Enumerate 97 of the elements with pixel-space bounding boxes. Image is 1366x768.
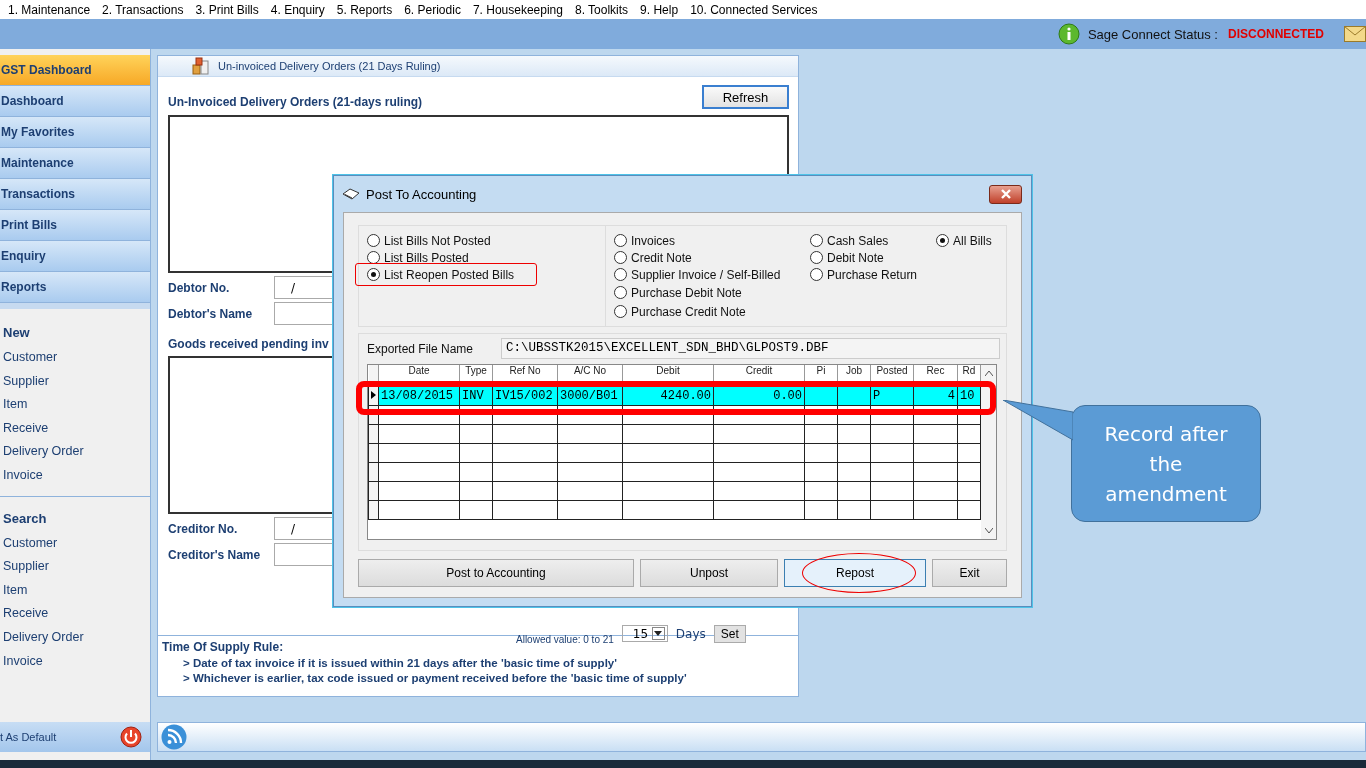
sidebar-link[interactable]: Receive bbox=[3, 420, 150, 445]
boxes-icon bbox=[192, 57, 210, 75]
menu-item[interactable]: 8. Toolkits bbox=[574, 2, 629, 17]
radio-option[interactable]: Cash Sales bbox=[810, 232, 936, 249]
threshold-spinner[interactable]: 15 bbox=[621, 625, 668, 642]
sidebar-link[interactable]: Invoice bbox=[3, 467, 150, 492]
set-default-label[interactable]: t As Default bbox=[0, 731, 57, 743]
rss-icon[interactable] bbox=[161, 724, 187, 750]
sidebar-link[interactable]: Item bbox=[3, 397, 150, 421]
sidebar-item[interactable]: Transactions bbox=[0, 179, 150, 210]
sidebar-link[interactable]: Customer bbox=[3, 535, 150, 560]
sidebar-link[interactable]: Item bbox=[3, 582, 150, 607]
dialog-button[interactable]: Repost bbox=[784, 559, 926, 587]
radio-option[interactable]: List Reopen Posted Bills bbox=[367, 266, 605, 283]
radio-option[interactable]: List Bills Posted bbox=[367, 249, 605, 266]
section-title: Search bbox=[3, 510, 48, 526]
radio-button[interactable] bbox=[810, 268, 823, 281]
radio-button[interactable] bbox=[614, 268, 627, 281]
radio-option[interactable]: Debit Note bbox=[810, 249, 936, 266]
sidebar-item[interactable]: Dashboard bbox=[0, 86, 150, 117]
menu-item[interactable]: 2. Transactions bbox=[102, 2, 184, 17]
radio-option[interactable]: Purchase Credit Note bbox=[614, 302, 810, 321]
section-heading: Goods received pending inv bbox=[168, 337, 329, 351]
radio-option[interactable]: Purchase Debit Note bbox=[614, 283, 810, 302]
column-header: Posted bbox=[870, 365, 914, 387]
menu-item[interactable]: 10. Connected Services bbox=[690, 2, 818, 17]
field-label: Debtor's Name bbox=[168, 306, 254, 321]
sidebar-link[interactable]: Delivery Order bbox=[3, 629, 150, 654]
unit-label: Days bbox=[675, 626, 706, 641]
power-icon[interactable] bbox=[120, 726, 142, 748]
field-label: Creditor No. bbox=[168, 521, 239, 536]
sidebar-link[interactable]: Supplier bbox=[3, 559, 150, 583]
radio-button[interactable] bbox=[936, 234, 949, 247]
section-title: New bbox=[3, 325, 31, 340]
close-icon bbox=[999, 189, 1012, 199]
radio-button[interactable] bbox=[810, 234, 823, 247]
field-label: Creditor's Name bbox=[168, 547, 262, 562]
radio-option[interactable]: Credit Note bbox=[614, 249, 810, 266]
radio-button[interactable] bbox=[810, 251, 823, 264]
rule-text: > Date of tax invoice if it is issued within 21 days after the 'basic time of supply' bbox=[182, 657, 618, 669]
sidebar-item[interactable]: GST Dashboard bbox=[0, 55, 150, 86]
sidebar-link[interactable]: Supplier bbox=[3, 373, 150, 398]
radio-button[interactable] bbox=[614, 234, 627, 247]
info-icon bbox=[1057, 23, 1080, 45]
sidebar-link[interactable]: Customer bbox=[3, 350, 150, 374]
section-heading: Un-Invoiced Delivery Orders (21-days ruling) bbox=[168, 95, 423, 109]
dialog-button[interactable]: Exit bbox=[932, 559, 1007, 587]
radio-button[interactable] bbox=[367, 268, 380, 281]
refresh-button[interactable]: Refresh bbox=[702, 85, 789, 109]
menu-item[interactable]: 6. Periodic bbox=[404, 2, 461, 17]
scroll-down-icon bbox=[984, 528, 993, 533]
field-label: Exported File Name bbox=[367, 341, 474, 356]
radio-option[interactable]: All Bills bbox=[936, 232, 992, 249]
column-header: Job bbox=[837, 365, 871, 387]
callout-text: Record after the amendment bbox=[1103, 420, 1229, 508]
set-button[interactable]: Set bbox=[713, 624, 746, 643]
dropdown-icon bbox=[651, 627, 665, 640]
radio-option[interactable]: Supplier Invoice / Self-Billed bbox=[614, 266, 810, 283]
mail-icon[interactable] bbox=[1344, 26, 1366, 42]
menu-item[interactable]: 9. Help bbox=[640, 2, 679, 17]
menu-item[interactable]: 7. Housekeeping bbox=[472, 2, 563, 17]
dialog-title: Post To Accounting bbox=[366, 186, 478, 202]
sidebar-link[interactable]: Receive bbox=[3, 606, 150, 630]
radio-option[interactable]: Purchase Return bbox=[810, 266, 936, 283]
menu-item[interactable]: 3. Print Bills bbox=[195, 2, 259, 17]
rule-text: > Whichever is earlier, tax code issued or payment received before the 'basic time of supply' bbox=[182, 672, 688, 684]
radio-button[interactable] bbox=[614, 305, 627, 318]
radio-option[interactable]: List Bills Not Posted bbox=[367, 232, 605, 249]
sidebar-item[interactable]: Reports bbox=[0, 272, 150, 303]
connect-status-value: DISCONNECTED bbox=[1228, 27, 1324, 41]
sidebar-item[interactable]: Enquiry bbox=[0, 241, 150, 272]
connect-status-label: Sage Connect Status : bbox=[1087, 26, 1218, 42]
file-name-field[interactable]: C:\UBSSTK2015\EXCELLENT_SDN_BHD\GLPOST9.DBF bbox=[501, 338, 1000, 359]
dialog-button[interactable]: Unpost bbox=[640, 559, 778, 587]
panel-title: Un-invoiced Delivery Orders (21 Days Ruling) bbox=[218, 60, 441, 72]
sidebar-item[interactable]: Maintenance bbox=[0, 148, 150, 179]
column-header: Rd bbox=[957, 365, 981, 387]
menu-item[interactable]: 1. Maintenance bbox=[8, 2, 91, 17]
menu-item[interactable]: 5. Reports bbox=[336, 2, 393, 17]
radio-button[interactable] bbox=[614, 286, 627, 299]
column-header: Pi bbox=[804, 365, 838, 387]
scroll-up-icon bbox=[984, 371, 993, 376]
sidebar-item[interactable]: My Favorites bbox=[0, 117, 150, 148]
field-label: Debtor No. bbox=[168, 280, 231, 295]
dialog-button[interactable]: Post to Accounting bbox=[358, 559, 634, 587]
close-button[interactable] bbox=[989, 184, 1022, 204]
book-icon bbox=[342, 188, 360, 200]
radio-button[interactable] bbox=[614, 251, 627, 264]
radio-button[interactable] bbox=[367, 234, 380, 247]
allowed-range-text: Allowed value: 0 to 21 bbox=[516, 634, 614, 645]
sidebar-link[interactable]: Invoice bbox=[3, 653, 150, 678]
column-header: Rec bbox=[913, 365, 958, 387]
sidebar-item[interactable]: Print Bills bbox=[0, 210, 150, 241]
menu-item[interactable]: 4. Enquiry bbox=[270, 2, 325, 17]
sidebar-link[interactable]: Delivery Order bbox=[3, 444, 150, 468]
rule-title: Time Of Supply Rule: bbox=[162, 640, 285, 654]
radio-option[interactable]: Invoices bbox=[614, 232, 810, 249]
